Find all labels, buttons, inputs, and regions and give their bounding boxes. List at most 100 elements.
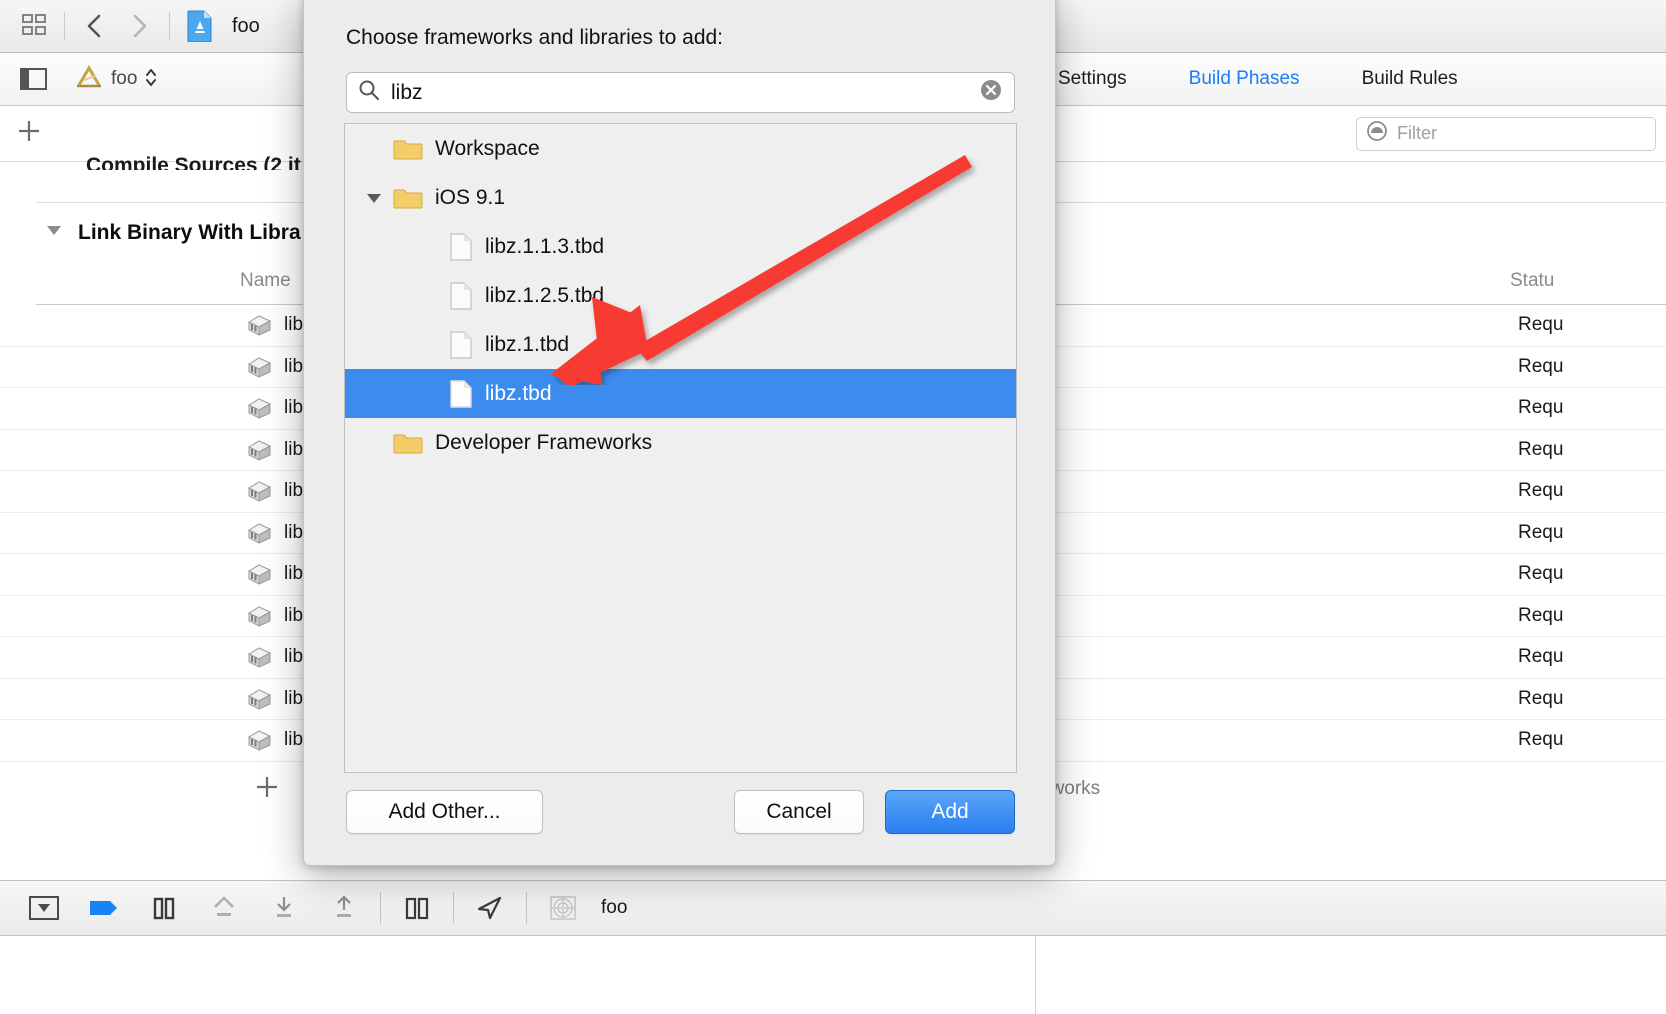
file-icon xyxy=(449,330,473,359)
tree-item[interactable]: iOS 9.1 xyxy=(345,173,1016,222)
step-into-icon[interactable] xyxy=(254,888,314,928)
filter-placeholder: Filter xyxy=(1397,123,1437,143)
file-icon xyxy=(449,281,473,310)
tab-build-phases[interactable]: Build Phases xyxy=(1189,68,1300,90)
dialog-button-row: Add Other... Cancel Add xyxy=(304,790,1057,850)
hide-debug-area-icon[interactable] xyxy=(14,888,74,928)
tree-item[interactable]: libz.1.2.5.tbd xyxy=(345,271,1016,320)
tree-item-label: Workspace xyxy=(435,136,540,160)
disclosure-triangle-down-icon[interactable] xyxy=(44,220,64,245)
table-cell-name: lib xyxy=(284,604,304,626)
tab-build-rules[interactable]: Build Rules xyxy=(1362,68,1458,90)
table-cell-name: lib xyxy=(284,687,304,709)
jumpbar-target-label: foo xyxy=(111,68,138,89)
breakpoint-icon[interactable] xyxy=(74,888,134,928)
view-hierarchy-icon[interactable] xyxy=(533,888,593,928)
step-out-icon[interactable] xyxy=(314,888,374,928)
dialog-title: Choose frameworks and libraries to add: xyxy=(346,26,724,49)
table-cell-status: Requ xyxy=(1518,314,1564,335)
debug-stack-label: foo xyxy=(601,897,628,918)
add-other-button[interactable]: Add Other... xyxy=(346,790,543,834)
step-over-icon[interactable] xyxy=(194,888,254,928)
editor-tab-bar: Settings Build Phases Build Rules xyxy=(1036,53,1666,106)
back-chevron-icon[interactable] xyxy=(73,7,117,45)
jumpbar-target[interactable]: foo xyxy=(74,64,158,95)
search-input[interactable]: libz xyxy=(346,72,1015,113)
folder-icon xyxy=(393,186,423,210)
table-cell-name: lib xyxy=(284,521,304,543)
tree-item-label: Developer Frameworks xyxy=(435,430,653,454)
table-cell-status: Requ xyxy=(1518,397,1564,418)
tree-item-selected[interactable]: libz.tbd xyxy=(345,369,1016,418)
table-cell-status: Requ xyxy=(1518,480,1564,501)
frameworks-tree-list[interactable]: Workspace iOS 9.1 libz.1.1.3.tbd libz.1.2.5… xyxy=(344,123,1017,773)
search-input-value: libz xyxy=(391,80,423,104)
tree-item[interactable]: Developer Frameworks xyxy=(345,418,1016,467)
up-down-chevron-icon[interactable] xyxy=(144,65,158,94)
app-document-icon[interactable] xyxy=(178,7,222,45)
library-icon xyxy=(246,604,272,628)
debug-divider-3 xyxy=(526,892,527,924)
table-cell-name: lib xyxy=(284,438,304,460)
table-cell-name: lib xyxy=(284,397,304,418)
cancel-button[interactable]: Cancel xyxy=(734,790,864,834)
table-cell-status: Requ xyxy=(1518,355,1564,377)
pause-icon[interactable] xyxy=(134,888,194,928)
table-cell-name: lib xyxy=(284,314,304,335)
tree-item-label: iOS 9.1 xyxy=(435,185,506,209)
debug-toolbar: foo xyxy=(0,880,1666,936)
table-cell-name: lib xyxy=(284,729,304,750)
table-cell-name: lib xyxy=(284,646,304,667)
link-binary-phase-label: Link Binary With Libra xyxy=(78,220,301,244)
table-cell-name: lib xyxy=(284,480,304,501)
table-cell-name: lib xyxy=(284,563,304,584)
column-header-status: Statu xyxy=(1510,270,1555,291)
table-cell-status: Requ xyxy=(1518,646,1564,667)
library-icon xyxy=(246,687,272,711)
library-icon xyxy=(246,562,272,586)
console-split-divider xyxy=(1035,936,1036,1014)
clear-circle-icon[interactable] xyxy=(978,77,1004,108)
column-header-name: Name xyxy=(240,270,291,291)
toolbar-divider-2 xyxy=(169,12,170,40)
disclosure-triangle-down-icon[interactable] xyxy=(363,187,385,209)
location-simulate-icon[interactable] xyxy=(460,888,520,928)
add-library-plus-icon[interactable] xyxy=(252,772,282,807)
tree-item-label: libz.tbd xyxy=(485,381,552,405)
tab-settings[interactable]: Settings xyxy=(1058,68,1127,90)
table-cell-status: Requ xyxy=(1518,729,1564,750)
table-cell-status: Requ xyxy=(1518,604,1564,626)
project-title: foo xyxy=(232,14,260,37)
library-icon xyxy=(246,396,272,420)
filter-round-icon xyxy=(1365,119,1389,148)
link-binary-phase-header[interactable]: Link Binary With Libra xyxy=(44,220,301,245)
plus-icon[interactable] xyxy=(14,116,44,151)
debug-divider-1 xyxy=(380,892,381,924)
tree-item[interactable]: libz.1.tbd xyxy=(345,320,1016,369)
split-console-icon[interactable] xyxy=(387,888,447,928)
tree-item-label: libz.1.2.5.tbd xyxy=(485,283,605,307)
table-cell-status: Requ xyxy=(1518,521,1564,543)
tree-item[interactable]: Workspace xyxy=(345,124,1016,173)
filter-input[interactable]: Filter xyxy=(1356,116,1656,151)
debug-divider-2 xyxy=(453,892,454,924)
navigator-pane-toggle-icon[interactable] xyxy=(12,62,56,96)
library-icon xyxy=(246,438,272,462)
tree-item-label: libz.1.1.3.tbd xyxy=(485,234,605,258)
tree-item[interactable]: libz.1.1.3.tbd xyxy=(345,222,1016,271)
grid-view-icon[interactable] xyxy=(12,7,56,45)
filter-row: Filter xyxy=(1036,106,1666,162)
table-cell-name: lib xyxy=(284,355,304,377)
forward-chevron-icon[interactable] xyxy=(117,7,161,45)
library-icon xyxy=(246,479,272,503)
folder-icon xyxy=(393,431,423,455)
file-icon xyxy=(449,379,473,408)
choose-frameworks-dialog: Choose frameworks and libraries to add: … xyxy=(303,0,1056,866)
table-cell-status: Requ xyxy=(1518,687,1564,709)
library-icon xyxy=(246,645,272,669)
add-button[interactable]: Add xyxy=(885,790,1015,834)
